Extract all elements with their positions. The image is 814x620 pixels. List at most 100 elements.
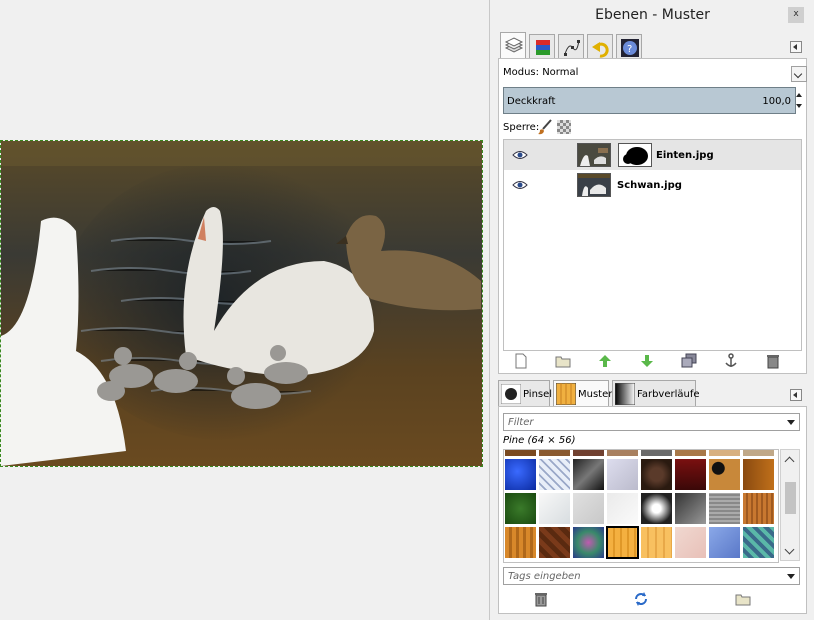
help-icon: ?: [621, 39, 639, 57]
filter-placeholder: Filter: [508, 417, 534, 428]
pattern-cell[interactable]: [742, 450, 775, 457]
mode-dropdown-button[interactable]: [791, 66, 807, 82]
mode-value[interactable]: Normal: [542, 67, 578, 78]
tab-label: Pinsel: [523, 389, 553, 400]
lock-pixels-brush-icon[interactable]: [537, 119, 553, 135]
opacity-label: Deckkraft: [507, 96, 556, 107]
delete-pattern-icon[interactable]: [533, 591, 549, 607]
brush-preview-icon: [501, 384, 521, 404]
opacity-value[interactable]: 100,0: [762, 96, 791, 107]
opacity-slider[interactable]: Deckkraft 100,0: [503, 87, 796, 114]
pattern-preview-icon: [556, 383, 576, 405]
opacity-spinner-icon[interactable]: [795, 87, 803, 114]
pattern-grid: [503, 449, 779, 563]
pattern-cell[interactable]: [640, 450, 673, 457]
pattern-cell[interactable]: [640, 458, 673, 491]
delete-layer-icon[interactable]: [765, 353, 781, 369]
pattern-cell[interactable]: [708, 526, 741, 559]
pattern-cell[interactable]: [606, 450, 639, 457]
tab-help[interactable]: ?: [616, 34, 642, 58]
tags-input[interactable]: Tags eingeben: [503, 567, 800, 585]
tab-gradients[interactable]: Farbverläufe: [612, 380, 700, 406]
pattern-cell[interactable]: [504, 492, 537, 525]
pattern-cell[interactable]: [674, 458, 707, 491]
scroll-down-icon[interactable]: [784, 544, 795, 555]
pattern-cell[interactable]: [572, 458, 605, 491]
image-swans-and-ducks[interactable]: [0, 140, 483, 467]
chevron-down-icon[interactable]: [787, 420, 795, 425]
pattern-cell[interactable]: [640, 492, 673, 525]
pattern-cell[interactable]: [538, 450, 571, 457]
open-pattern-folder-icon[interactable]: [735, 591, 751, 607]
tab-undo-history[interactable]: [587, 34, 613, 58]
tab-layers[interactable]: [500, 32, 526, 58]
scrollbar-thumb[interactable]: [785, 482, 796, 514]
pattern-cell[interactable]: [674, 526, 707, 559]
pattern-cell[interactable]: [640, 526, 673, 559]
panel-menu-button[interactable]: [790, 41, 802, 53]
pattern-cell[interactable]: [742, 492, 775, 525]
pattern-cell[interactable]: [572, 526, 605, 559]
lock-label: Sperre:: [503, 122, 540, 133]
pattern-cell[interactable]: [742, 526, 775, 559]
layer-thumbnail: [577, 173, 611, 197]
pattern-cell[interactable]: [606, 458, 639, 491]
tab-label: Muster: [578, 389, 613, 400]
layer-name[interactable]: Schwan.jpg: [617, 180, 682, 191]
tab-patterns[interactable]: Muster: [553, 380, 613, 406]
pattern-cell[interactable]: [538, 458, 571, 491]
pattern-cell[interactable]: [504, 450, 537, 457]
pattern-cell[interactable]: [606, 492, 639, 525]
pattern-cell[interactable]: [504, 526, 537, 559]
pattern-cell[interactable]: [674, 492, 707, 525]
dock-titlebar[interactable]: Ebenen - Muster x: [490, 0, 814, 32]
layer-name[interactable]: Einten.jpg: [656, 150, 714, 161]
mode-label: Modus:: [503, 67, 540, 78]
layer-row-einten[interactable]: Einten.jpg: [504, 140, 801, 170]
anchor-layer-icon[interactable]: [723, 353, 739, 369]
layer-mask-thumbnail: [618, 143, 652, 167]
pattern-cell-selected-pine[interactable]: [606, 526, 639, 559]
tags-placeholder: Tags eingeben: [508, 571, 581, 582]
visibility-eye-icon[interactable]: [512, 180, 528, 190]
visibility-eye-icon[interactable]: [512, 150, 528, 160]
scroll-up-icon[interactable]: [784, 456, 795, 467]
raise-layer-icon[interactable]: [597, 353, 613, 369]
paths-icon: [564, 39, 580, 56]
layers-patterns-dock: Ebenen - Muster x ? Modus: Normal Deckkr…: [489, 0, 814, 620]
new-layer-icon[interactable]: [513, 353, 529, 369]
lock-alpha-checker-icon[interactable]: [557, 120, 571, 134]
layer-row-schwan[interactable]: Schwan.jpg: [504, 170, 801, 200]
pattern-cell[interactable]: [504, 458, 537, 491]
pattern-cell[interactable]: [708, 450, 741, 457]
layers-icon: [504, 37, 524, 53]
channels-icon: [536, 40, 550, 55]
patterns-panel: Filter Pine (64 × 56) Tags eingeben: [498, 406, 807, 614]
tab-brushes[interactable]: Pinsel: [498, 380, 553, 406]
chevron-down-icon[interactable]: [787, 574, 795, 579]
pattern-cell[interactable]: [674, 450, 707, 457]
filter-input[interactable]: Filter: [503, 413, 800, 431]
pattern-cell[interactable]: [708, 458, 741, 491]
panel-menu-button[interactable]: [790, 389, 802, 401]
close-button[interactable]: x: [788, 7, 804, 23]
new-layer-group-icon[interactable]: [555, 353, 571, 369]
mode-row: Modus: Normal: [503, 67, 578, 78]
pattern-cell[interactable]: [538, 526, 571, 559]
layer-thumbnail: [577, 143, 611, 167]
refresh-patterns-icon[interactable]: [633, 591, 649, 607]
tab-channels[interactable]: [529, 34, 555, 58]
pattern-scrollbar[interactable]: [780, 449, 800, 561]
duplicate-layer-icon[interactable]: [681, 353, 697, 369]
lower-layer-icon[interactable]: [639, 353, 655, 369]
tab-paths[interactable]: [558, 34, 584, 58]
image-canvas[interactable]: [0, 0, 488, 620]
pattern-cell[interactable]: [538, 492, 571, 525]
pattern-cell[interactable]: [572, 492, 605, 525]
pattern-cell[interactable]: [742, 458, 775, 491]
pattern-cell[interactable]: [572, 450, 605, 457]
pattern-cell[interactable]: [708, 492, 741, 525]
layer-actions-bar: [503, 351, 800, 371]
layers-panel: Modus: Normal Deckkraft 100,0 Sperre: Ei…: [498, 58, 807, 374]
image-content: [1, 141, 482, 466]
